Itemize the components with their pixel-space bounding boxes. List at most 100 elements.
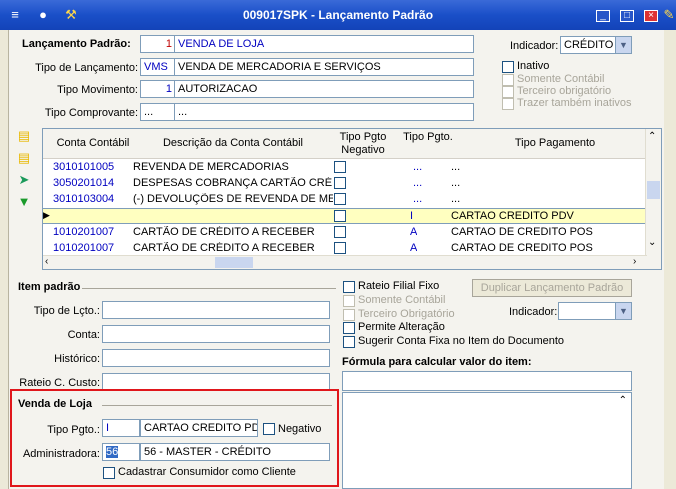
tipo-lancamento-desc-field[interactable]: VENDA DE MERCADORIA E SERVIÇOS (174, 58, 474, 76)
table-row[interactable]: 1010201007 CARTÃO DE CRÉDITO A RECEBER A… (43, 225, 647, 241)
chevron-down-icon[interactable]: ▼ (615, 37, 631, 53)
cell-tipo-pagamento: CARTAO CREDITO PDV (451, 210, 574, 222)
item-somente-contabil-label: Somente Contábil (358, 294, 446, 306)
cell-tipo-pgto: A (410, 242, 418, 254)
sugerir-conta-checkbox[interactable] (343, 336, 355, 348)
rateio-label: Rateio C. Custo: (19, 377, 100, 389)
column-header-descricao[interactable]: Descrição da Conta Contábil (133, 129, 333, 159)
remove-row-icon[interactable]: ▤ (16, 150, 32, 166)
formula-editor[interactable]: ⌃ (342, 392, 632, 489)
conta-field[interactable] (102, 325, 330, 343)
close-icon[interactable]: × (644, 10, 658, 22)
tipo-pgto-desc-field[interactable]: CARTAO CREDITO PDV (140, 419, 258, 437)
formula-field[interactable] (342, 371, 632, 391)
tipo-movimento-desc-field[interactable]: AUTORIZACAO (174, 80, 474, 98)
tipo-comprovante-code-field[interactable]: ... (140, 103, 176, 121)
item-somente-contabil-checkbox[interactable] (343, 295, 355, 307)
vertical-scroll-thumb[interactable] (647, 181, 660, 199)
column-header-tipo-pgto[interactable]: Tipo Pgto. (393, 129, 463, 159)
scroll-left-icon[interactable]: ‹ (45, 256, 48, 267)
export-icon[interactable]: ➤ (16, 172, 32, 188)
scroll-right-icon[interactable]: › (633, 256, 636, 267)
cadastrar-consumidor-checkbox[interactable] (103, 467, 115, 479)
item-padrao-title: Item padrão (18, 281, 81, 293)
trazer-inativos-label: Trazer também inativos (517, 97, 632, 109)
somente-contabil-checkbox[interactable] (502, 74, 514, 86)
column-header-tipo-pagamento[interactable]: Tipo Pagamento (463, 129, 647, 159)
formula-label: Fórmula para calcular valor do item: (342, 356, 532, 368)
tipo-lancamento-code-field[interactable]: VMS (140, 58, 176, 76)
item-terceiro-obrigatorio-checkbox[interactable] (343, 309, 355, 321)
negativo-checkbox[interactable] (263, 423, 275, 435)
lancamento-code-field[interactable]: 1 (140, 35, 176, 53)
tipo-pgto-code-field[interactable]: I (102, 419, 140, 437)
vertical-scrollbar[interactable]: ⌃ ⌄ (645, 129, 661, 269)
administradora-code-field[interactable]: 56 (102, 443, 140, 461)
item-terceiro-obrigatorio-label: Terceiro Obrigatório (358, 308, 455, 320)
cell-tipo-pgto: ... (413, 161, 423, 173)
cell-descricao: CARTÃO DE CRÉDITO A RECEBER (133, 242, 315, 254)
item-indicador-label: Indicador: (509, 306, 558, 318)
table-row[interactable]: 3050201014 DESPESAS COBRANÇA CARTÃO CRÉD… (43, 176, 647, 192)
negativo-checkbox[interactable] (334, 226, 346, 238)
historico-field[interactable] (102, 349, 330, 367)
rateio-filial-fixo-label: Rateio Filial Fixo (358, 280, 440, 292)
inativo-label: Inativo (517, 60, 550, 72)
tipo-pgto-label: Tipo Pgto.: (47, 424, 100, 436)
table-row[interactable]: 3010101005 REVENDA DE MERCADORIAS ... ..… (43, 160, 647, 176)
column-header-tipo-pgto-negativo[interactable]: Tipo Pgto Negativo (333, 129, 393, 159)
permite-alteracao-label: Permite Alteração (358, 321, 445, 333)
duplicar-button[interactable]: Duplicar Lançamento Padrão (472, 279, 632, 297)
cell-conta: 1010201007 (53, 226, 115, 238)
historico-label: Histórico: (54, 353, 100, 365)
cell-tipo-pgto: I (410, 210, 414, 222)
indicador-select[interactable]: CRÉDITO ▼ (560, 36, 632, 54)
maximize-icon[interactable]: □ (620, 10, 634, 22)
chevron-up-icon[interactable]: ⌃ (619, 395, 627, 406)
tipo-lancamento-label: Tipo de Lançamento: (35, 62, 138, 74)
rateio-filial-fixo-checkbox[interactable] (343, 281, 355, 293)
negativo-checkbox[interactable] (334, 161, 346, 173)
table-row[interactable]: 3010103004 (-) DEVOLUÇÕES DE REVENDA DE … (43, 192, 647, 208)
cell-descricao: CARTÃO DE CRÉDITO A RECEBER (133, 226, 315, 238)
arrow-down-icon[interactable]: ▼ (16, 194, 32, 210)
minimize-icon[interactable]: _ (596, 10, 610, 22)
item-indicador-select[interactable]: ▼ (558, 302, 632, 320)
administradora-label: Administradora: (22, 448, 100, 460)
table-row-selected[interactable]: ▶ I CARTAO CREDITO PDV (43, 208, 647, 224)
pencil-icon[interactable]: ✎ (660, 6, 676, 24)
permite-alteracao-checkbox[interactable] (343, 322, 355, 334)
inativo-checkbox[interactable] (502, 61, 514, 73)
row-pointer-icon: ▶ (43, 210, 50, 220)
administradora-desc-field[interactable]: 56 - MASTER - CRÉDITO (140, 443, 330, 461)
negativo-checkbox[interactable] (334, 177, 346, 189)
venda-de-loja-title: Venda de Loja (18, 398, 92, 410)
horizontal-scrollbar[interactable]: ‹ › (43, 255, 647, 269)
negativo-checkbox[interactable] (334, 193, 346, 205)
lancamento-desc-field[interactable]: VENDA DE LOJA (174, 35, 474, 53)
column-header-conta[interactable]: Conta Contábil (53, 129, 133, 159)
item-padrao-divider (82, 288, 336, 289)
scroll-down-icon[interactable]: ⌄ (648, 237, 656, 248)
horizontal-scroll-thumb[interactable] (215, 257, 253, 268)
negativo-checkbox[interactable] (334, 210, 346, 222)
conta-label: Conta: (67, 329, 100, 341)
chevron-down-icon[interactable]: ▼ (615, 303, 631, 319)
scroll-up-icon[interactable]: ⌃ (648, 131, 656, 142)
cell-conta: 3010103004 (53, 193, 115, 205)
row-header (43, 129, 53, 159)
cell-tipo-pagamento: ... (451, 193, 461, 205)
tipo-comprovante-label: Tipo Comprovante: (44, 107, 138, 119)
cell-tipo-pgto: A (410, 226, 418, 238)
trazer-inativos-checkbox[interactable] (502, 98, 514, 110)
terceiro-obrigatorio-label: Terceiro obrigatório (517, 85, 612, 97)
window-title: 009017SPK - Lançamento Padrão (242, 8, 434, 22)
terceiro-obrigatorio-checkbox[interactable] (502, 86, 514, 98)
negativo-checkbox[interactable] (334, 242, 346, 254)
somente-contabil-label: Somente Contábil (517, 73, 605, 85)
cell-tipo-pagamento: ... (451, 177, 461, 189)
tipo-comprovante-desc-field[interactable]: ... (174, 103, 474, 121)
tipo-movimento-code-field[interactable]: 1 (140, 80, 176, 98)
tipo-lcto-field[interactable] (102, 301, 330, 319)
add-row-icon[interactable]: ▤ (16, 128, 32, 144)
